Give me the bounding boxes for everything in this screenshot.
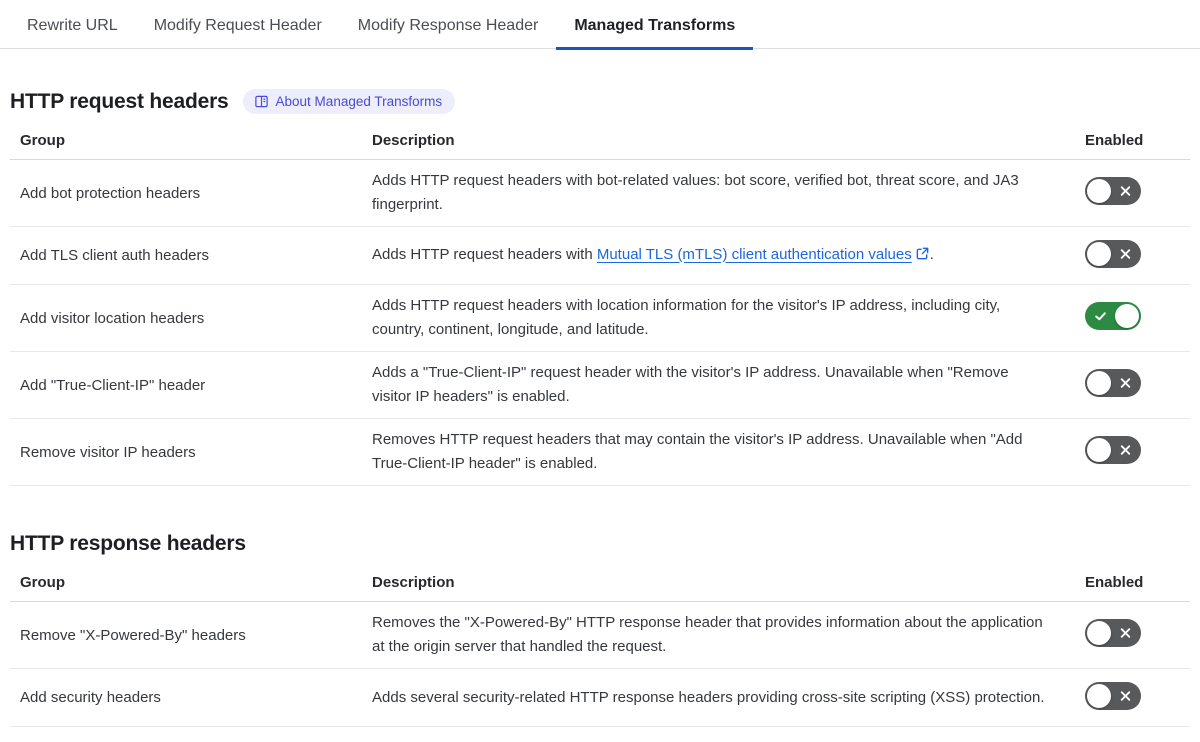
external-link-icon	[915, 245, 930, 269]
group-name: Add bot protection headers	[10, 159, 372, 227]
check-icon	[1095, 312, 1106, 321]
table-row: Add bot protection headers Adds HTTP req…	[10, 159, 1190, 227]
toggle-knob	[1087, 241, 1111, 266]
group-name: Remove "X-Powered-By" headers	[10, 601, 372, 669]
group-name: Add TLS client auth headers	[10, 226, 372, 285]
tab-modify-request-header[interactable]: Modify Request Header	[136, 8, 340, 48]
book-icon	[254, 94, 269, 109]
section-title-request-headers: HTTP request headers	[10, 89, 229, 113]
row-description: Removes the "X-Powered-By" HTTP response…	[372, 601, 1085, 669]
toggle-remove-x-powered-by-headers[interactable]	[1085, 619, 1141, 647]
toggle-knob	[1087, 371, 1111, 395]
toggle-knob	[1087, 683, 1111, 708]
x-icon	[1120, 445, 1131, 455]
http-response-headers-section: HTTP response headers Group Description …	[10, 532, 1190, 727]
toggle-tls-client-auth-headers[interactable]	[1085, 239, 1141, 268]
table-row: Add "True-Client-IP" header Adds a "True…	[10, 351, 1190, 419]
badge-label: About Managed Transforms	[275, 94, 443, 109]
column-header-enabled: Enabled	[1085, 126, 1190, 160]
x-icon	[1120, 248, 1131, 259]
toggle-remove-visitor-ip-headers[interactable]	[1085, 436, 1141, 464]
toggle-true-client-ip-header[interactable]	[1085, 369, 1141, 397]
group-name: Remove visitor IP headers	[10, 418, 372, 486]
toggle-knob	[1087, 438, 1111, 462]
column-header-description: Description	[372, 126, 1085, 160]
request-headers-table: Group Description Enabled Add bot protec…	[10, 126, 1190, 486]
http-request-headers-section: HTTP request headers About Managed Trans…	[10, 89, 1190, 486]
row-description: Adds HTTP request headers with Mutual TL…	[372, 226, 1085, 285]
row-description: Adds HTTP request headers with location …	[372, 284, 1085, 352]
row-description: Adds several security-related HTTP respo…	[372, 668, 1085, 727]
column-header-description: Description	[372, 568, 1085, 602]
table-row: Remove "X-Powered-By" headers Removes th…	[10, 601, 1190, 669]
column-header-enabled: Enabled	[1085, 568, 1190, 602]
x-icon	[1120, 628, 1131, 638]
section-title-response-headers: HTTP response headers	[10, 532, 246, 555]
response-headers-table: Group Description Enabled Remove "X-Powe…	[10, 568, 1190, 727]
row-description: Adds HTTP request headers with bot-relat…	[372, 159, 1085, 227]
toggle-knob	[1087, 621, 1111, 645]
row-description: Adds a "True-Client-IP" request header w…	[372, 351, 1085, 419]
table-row: Add visitor location headers Adds HTTP r…	[10, 284, 1190, 352]
transform-rules-tabbar: Rewrite URL Modify Request Header Modify…	[0, 0, 1200, 50]
x-icon	[1120, 378, 1131, 388]
toggle-add-security-headers[interactable]	[1085, 681, 1141, 710]
column-header-group: Group	[10, 126, 372, 160]
toggle-knob	[1115, 304, 1139, 328]
column-header-group: Group	[10, 568, 372, 602]
description-text: Adds HTTP request headers with	[372, 245, 597, 263]
tab-managed-transforms[interactable]: Managed Transforms	[556, 8, 754, 50]
mtls-auth-values-link[interactable]: Mutual TLS (mTLS) client authentication …	[597, 246, 912, 263]
x-icon	[1120, 186, 1131, 196]
group-name: Add security headers	[10, 668, 372, 727]
x-icon	[1120, 690, 1131, 701]
toggle-bot-protection-headers[interactable]	[1085, 177, 1141, 205]
row-description: Removes HTTP request headers that may co…	[372, 418, 1085, 486]
group-name: Add "True-Client-IP" header	[10, 351, 372, 419]
tab-rewrite-url[interactable]: Rewrite URL	[9, 8, 136, 48]
description-text: .	[929, 245, 934, 263]
group-name: Add visitor location headers	[10, 284, 372, 352]
toggle-knob	[1087, 179, 1111, 203]
table-row: Add TLS client auth headers Adds HTTP re…	[10, 226, 1190, 285]
table-row: Add security headers Adds several securi…	[10, 668, 1190, 727]
tab-modify-response-header[interactable]: Modify Response Header	[340, 8, 557, 48]
toggle-visitor-location-headers[interactable]	[1085, 302, 1141, 330]
about-managed-transforms-badge[interactable]: About Managed Transforms	[242, 89, 456, 114]
table-row: Remove visitor IP headers Removes HTTP r…	[10, 418, 1190, 486]
